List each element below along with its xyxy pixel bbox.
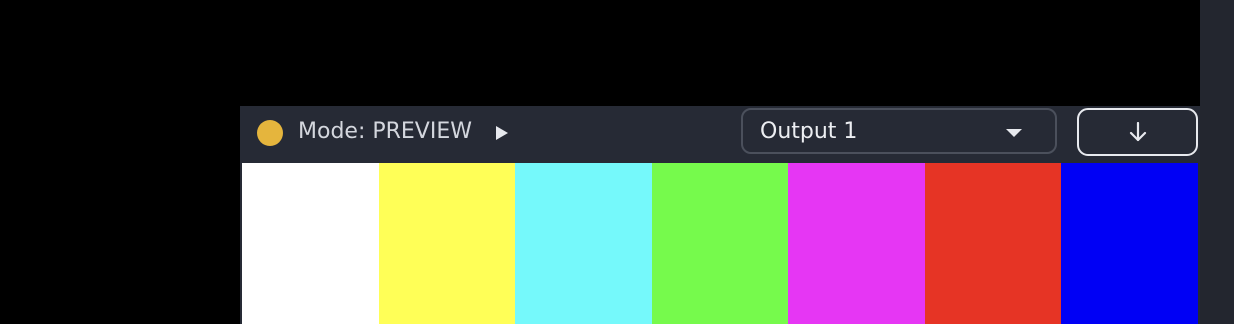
color-bar-yellow	[378, 163, 516, 324]
color-bars-preview	[242, 163, 1199, 324]
status-indicator	[257, 120, 283, 146]
color-bar-red	[924, 163, 1062, 324]
arrow-down-icon	[1129, 122, 1147, 142]
preview-panel: Mode: PREVIEW Output 1	[240, 106, 1200, 324]
download-button[interactable]	[1077, 108, 1198, 156]
color-bar-magenta	[788, 163, 925, 324]
preview-toolbar: Mode: PREVIEW Output 1	[240, 106, 1200, 162]
right-edge-panel	[1200, 0, 1234, 324]
color-bar-green	[651, 163, 789, 324]
play-icon[interactable]	[495, 125, 509, 141]
color-bar-cyan	[515, 163, 652, 324]
mode-label: Mode: PREVIEW	[298, 119, 472, 144]
output-select[interactable]: Output 1	[741, 108, 1057, 154]
output-select-value: Output 1	[760, 119, 858, 144]
color-bar-blue	[1061, 163, 1199, 324]
color-bar-white	[242, 163, 379, 324]
chevron-down-icon	[1006, 129, 1022, 137]
